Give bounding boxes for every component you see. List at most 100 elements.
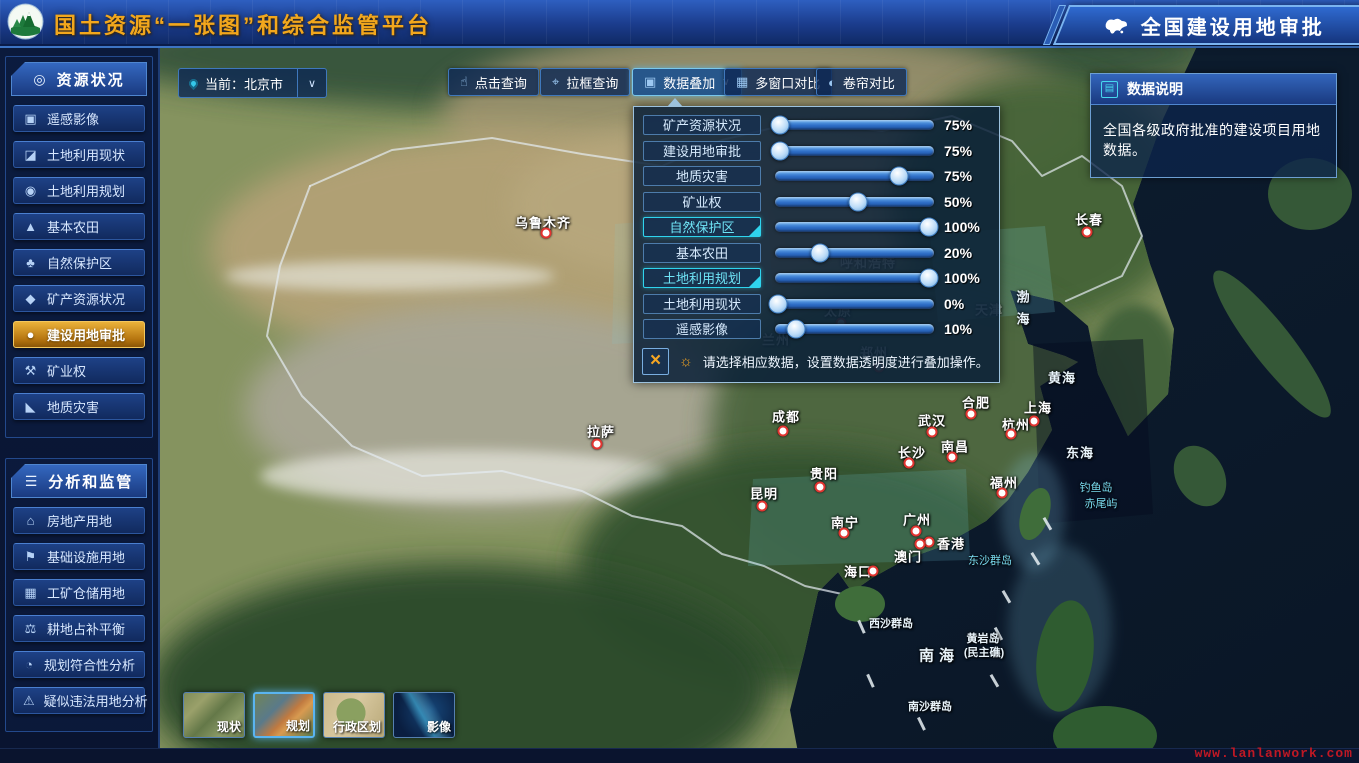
layer-toggle-遥感影像[interactable]: 遥感影像 xyxy=(643,319,761,339)
farmland-icon: ▲ xyxy=(23,219,38,234)
section-title: 资源状况 xyxy=(57,69,125,90)
city-marker-南昌 xyxy=(947,452,958,463)
city-marker-合肥 xyxy=(966,409,977,420)
opacity-slider-基本农田[interactable] xyxy=(775,246,934,260)
current-region-selector[interactable]: 当前：北京市 ∨ xyxy=(178,68,327,98)
thumbnail-影像[interactable]: 影像 xyxy=(393,692,455,738)
thumbnail-规划[interactable]: 规划 xyxy=(253,692,315,738)
analysis-icon: ☰ xyxy=(25,473,40,490)
sea-label-(民主礁): (民主礁) xyxy=(964,644,1004,660)
sidebar-item-地质灾害[interactable]: ◣地质灾害 xyxy=(13,393,145,420)
slider-handle[interactable] xyxy=(848,192,867,211)
overlay-row-土地利用规划: 土地利用规划 100% xyxy=(643,267,990,289)
opacity-value: 10% xyxy=(944,321,990,337)
toolbar-button-点击查询[interactable]: ☝点击查询 xyxy=(448,68,539,96)
slider-track[interactable] xyxy=(775,146,934,156)
nature-reserve-icon: ♣ xyxy=(23,255,38,270)
lightbulb-icon: ☼ xyxy=(679,353,693,370)
slider-handle[interactable] xyxy=(920,218,939,237)
sidebar-item-遥感影像[interactable]: ▣遥感影像 xyxy=(13,105,145,132)
city-marker-成都 xyxy=(778,426,789,437)
sidebar-item-label: 建设用地审批 xyxy=(47,325,125,344)
header-banner: 全国建设用地审批 xyxy=(1053,5,1359,45)
city-marker-海口 xyxy=(868,566,879,577)
sidebar-item-建设用地审批[interactable]: ●建设用地审批 xyxy=(13,321,145,348)
watermark-text: www.lanlanwork.com xyxy=(1195,746,1353,761)
close-overlay-button[interactable]: × xyxy=(642,348,669,375)
sea-label-西沙群岛: 西沙群岛 xyxy=(869,615,913,631)
platform-logo xyxy=(7,3,44,40)
layer-toggle-建设用地审批[interactable]: 建设用地审批 xyxy=(643,141,761,161)
layer-toggle-基本农田[interactable]: 基本农田 xyxy=(643,243,761,263)
slider-handle[interactable] xyxy=(786,320,805,339)
sidebar-item-工矿仓储用地[interactable]: ▦工矿仓储用地 xyxy=(13,579,145,606)
layer-toggle-矿业权[interactable]: 矿业权 xyxy=(643,192,761,212)
sidebar-item-土地利用现状[interactable]: ◪土地利用现状 xyxy=(13,141,145,168)
slider-track[interactable] xyxy=(775,171,934,181)
slider-handle[interactable] xyxy=(920,269,939,288)
toolbar-button-label: 点击查询 xyxy=(475,73,527,92)
slider-handle[interactable] xyxy=(890,167,909,186)
slider-handle[interactable] xyxy=(769,294,788,313)
plan-compliance-icon: ◔ xyxy=(23,657,35,672)
sidebar-item-土地利用规划[interactable]: ◉土地利用规划 xyxy=(13,177,145,204)
sidebar-item-房地产用地[interactable]: ⌂房地产用地 xyxy=(13,507,145,534)
opacity-slider-土地利用现状[interactable] xyxy=(775,297,934,311)
overlay-row-土地利用现状: 土地利用现状0% xyxy=(643,293,990,315)
opacity-slider-土地利用规划[interactable] xyxy=(775,271,934,285)
sidebar-item-自然保护区[interactable]: ♣自然保护区 xyxy=(13,249,145,276)
slider-handle[interactable] xyxy=(770,116,789,135)
land-use-status-icon: ◪ xyxy=(23,147,38,163)
layer-toggle-自然保护区[interactable]: 自然保护区 xyxy=(643,217,761,237)
toolbar-button-卷帘对比[interactable]: ◐卷帘对比 xyxy=(816,68,907,96)
layer-toggle-土地利用规划[interactable]: 土地利用规划 xyxy=(643,268,761,288)
opacity-slider-建设用地审批[interactable] xyxy=(775,144,934,158)
opacity-slider-矿业权[interactable] xyxy=(775,195,934,209)
multi-window-compare-icon: ▦ xyxy=(736,74,748,90)
sea-label-东沙群岛: 东沙群岛 xyxy=(968,552,1012,568)
toolbar-button-拉框查询[interactable]: ⌖拉框查询 xyxy=(540,68,630,96)
slider-track[interactable] xyxy=(775,222,934,232)
infrastructure-land-icon: ⚑ xyxy=(23,549,38,565)
layer-toggle-地质灾害[interactable]: 地质灾害 xyxy=(643,166,761,186)
slider-track[interactable] xyxy=(775,120,934,130)
opacity-slider-自然保护区[interactable] xyxy=(775,220,934,234)
opacity-slider-遥感影像[interactable] xyxy=(775,322,934,336)
slider-handle[interactable] xyxy=(810,243,829,262)
slider-handle[interactable] xyxy=(770,141,789,160)
sidebar-item-疑似违法用地分析[interactable]: ⚠疑似违法用地分析 xyxy=(13,687,145,714)
opacity-value: 50% xyxy=(944,194,990,210)
thumbnail-行政区划[interactable]: 行政区划 xyxy=(323,692,385,738)
city-marker-福州 xyxy=(997,488,1008,499)
city-marker-澳门 xyxy=(915,539,926,550)
city-marker-长沙 xyxy=(904,458,915,469)
layer-toggle-矿产资源状况[interactable]: 矿产资源状况 xyxy=(643,115,761,135)
city-label-合肥: 合肥 xyxy=(962,393,990,412)
overlay-hint-bar: × ☼ 请选择相应数据，设置数据透明度进行叠加操作。 xyxy=(642,347,991,375)
opacity-value: 75% xyxy=(944,117,990,133)
thumbnail-label: 现状 xyxy=(217,718,241,735)
sidebar-item-基本农田[interactable]: ▲基本农田 xyxy=(13,213,145,240)
layer-toggle-土地利用现状[interactable]: 土地利用现状 xyxy=(643,294,761,314)
data-overlay-icon: ▣ xyxy=(644,74,656,90)
china-map-icon xyxy=(1103,15,1129,35)
city-marker-长春 xyxy=(1082,227,1093,238)
region-dropdown-chevron-icon[interactable]: ∨ xyxy=(297,69,326,97)
slider-track[interactable] xyxy=(775,273,934,283)
sidebar-item-规划符合性分析[interactable]: ◔规划符合性分析 xyxy=(13,651,145,678)
sidebar: ◎资源状况 ▣遥感影像 ◪土地利用现状 ◉土地利用规划 ▲基本农田 ♣自然保护区 ◆矿产资源… xyxy=(0,44,160,749)
section-header: ◎资源状况 xyxy=(11,62,147,96)
thumbnail-现状[interactable]: 现状 xyxy=(183,692,245,738)
document-icon: ▤ xyxy=(1101,81,1118,98)
slider-track[interactable] xyxy=(775,299,934,309)
sidebar-item-基础设施用地[interactable]: ⚑基础设施用地 xyxy=(13,543,145,570)
sidebar-item-矿业权[interactable]: ⚒矿业权 xyxy=(13,357,145,384)
opacity-value: 100% xyxy=(944,270,990,286)
sidebar-item-label: 遥感影像 xyxy=(47,109,99,128)
opacity-slider-地质灾害[interactable] xyxy=(775,169,934,183)
slider-track[interactable] xyxy=(775,248,934,258)
sidebar-section-1: ☰分析和监管⌂房地产用地⚑基础设施用地▦工矿仓储用地⚖耕地占补平衡◔规划符合性分… xyxy=(5,458,153,732)
sidebar-item-耕地占补平衡[interactable]: ⚖耕地占补平衡 xyxy=(13,615,145,642)
sidebar-item-矿产资源状况[interactable]: ◆矿产资源状况 xyxy=(13,285,145,312)
opacity-slider-矿产资源状况[interactable] xyxy=(775,118,934,132)
